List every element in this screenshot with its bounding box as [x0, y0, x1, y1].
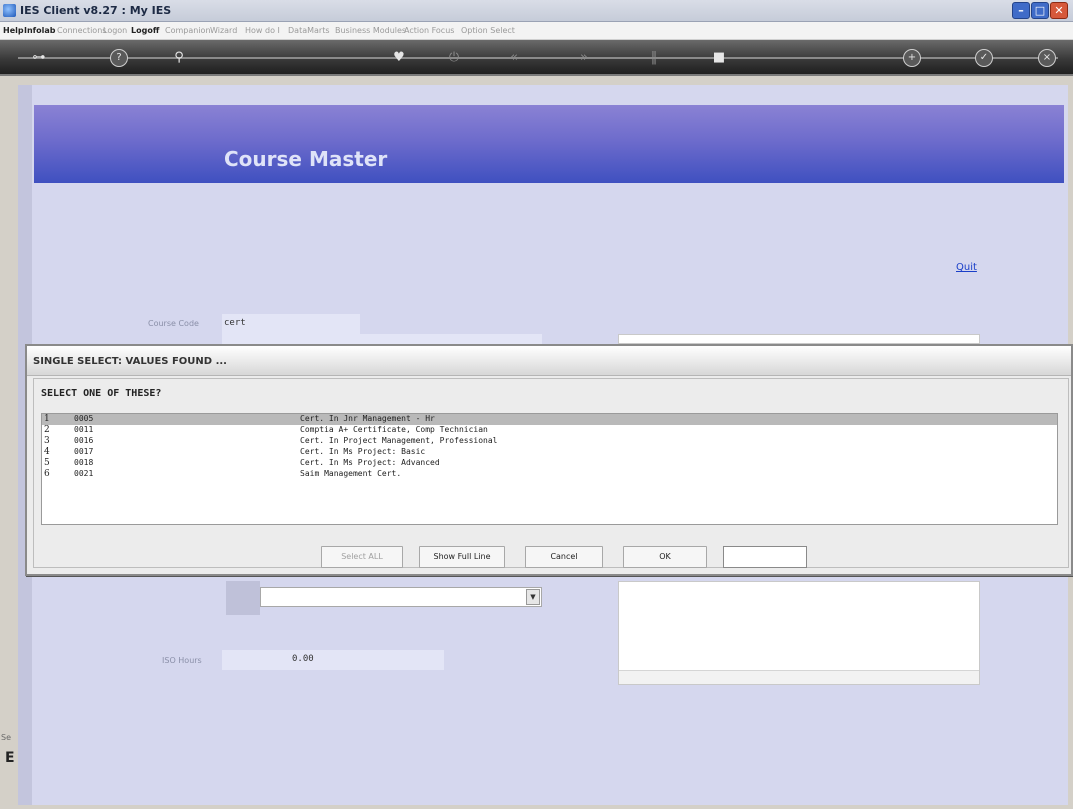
plus-icon[interactable]: +	[903, 49, 921, 67]
quit-link[interactable]: Quit	[956, 262, 977, 273]
menu-companion[interactable]: Companion	[165, 26, 211, 35]
row-index: 6	[44, 469, 50, 479]
menu-help[interactable]: Help	[3, 26, 24, 35]
row-description: Cert. In Ms Project: Advanced	[300, 458, 440, 467]
app-icon	[3, 4, 16, 17]
menu-connections[interactable]: Connections	[57, 26, 106, 35]
picture-box	[226, 581, 260, 615]
row-code: 0005	[74, 414, 94, 423]
row-index: 3	[44, 436, 50, 446]
iso-hours-field[interactable]: 0.00	[222, 650, 444, 670]
side-text-2: E	[5, 750, 15, 766]
page-title: Course Master	[224, 147, 388, 171]
close-button[interactable]: ✕	[1050, 2, 1068, 19]
help-icon[interactable]: ?	[110, 49, 128, 67]
heart-icon[interactable]: ♥	[390, 49, 408, 67]
search-icon[interactable]: ⚲	[170, 49, 188, 67]
row-index: 1	[44, 414, 50, 424]
row-description: Cert. In Jnr Management - Hr	[300, 414, 435, 423]
row-code: 0021	[74, 469, 94, 478]
course-name-field[interactable]	[222, 334, 542, 344]
menubar: Help Infolab Connections Logon Logoff Co…	[0, 22, 1073, 40]
select-all-button[interactable]: Select ALL	[321, 546, 403, 568]
row-code: 0018	[74, 458, 94, 467]
chevron-down-icon[interactable]: ▼	[526, 589, 540, 605]
values-list[interactable]: 1 0005 Cert. In Jnr Management - Hr 2 00…	[41, 413, 1058, 525]
power-icon[interactable]: ⏻	[445, 49, 463, 67]
stop-icon[interactable]: ■	[710, 49, 728, 67]
toolbar: ⊶ ? ⚲ ♥ ⏻ « » ‖ ■ + ✓ ×	[0, 40, 1073, 76]
forward-icon[interactable]: »	[575, 49, 593, 67]
list-item[interactable]: 4 0017 Cert. In Ms Project: Basic	[42, 447, 1057, 458]
course-code-field[interactable]: cert	[222, 314, 360, 334]
dialog-input[interactable]	[723, 546, 807, 568]
row-code: 0011	[74, 425, 94, 434]
dialog-title: SINGLE SELECT: VALUES FOUND ...	[27, 346, 1071, 376]
ok-button[interactable]: OK	[623, 546, 707, 568]
show-full-line-button[interactable]: Show Full Line	[419, 546, 505, 568]
menu-option-select[interactable]: Option Select	[461, 26, 515, 35]
cancel-button[interactable]: Cancel	[525, 546, 603, 568]
iso-hours-value: 0.00	[292, 654, 314, 664]
course-code-value: cert	[224, 318, 246, 328]
dialog-heading: SELECT ONE OF THESE?	[41, 388, 162, 399]
menu-datamarts[interactable]: DataMarts	[288, 26, 330, 35]
window-title: IES Client v8.27 : My IES	[20, 4, 172, 17]
list-item[interactable]: 1 0005 Cert. In Jnr Management - Hr	[42, 414, 1057, 425]
pause-icon[interactable]: ‖	[645, 49, 663, 67]
row-description: Cert. In Project Management, Professiona…	[300, 436, 498, 445]
page-banner: Course Master	[34, 105, 1064, 183]
menu-logon[interactable]: Logon	[103, 26, 127, 35]
menu-logoff[interactable]: Logoff	[131, 26, 159, 35]
single-select-dialog: SINGLE SELECT: VALUES FOUND ... SELECT O…	[25, 344, 1073, 576]
row-index: 5	[44, 458, 50, 468]
menu-wizard[interactable]: Wizard	[210, 26, 237, 35]
list-item[interactable]: 5 0018 Cert. In Ms Project: Advanced	[42, 458, 1057, 469]
rewind-icon[interactable]: «	[505, 49, 523, 67]
row-index: 4	[44, 447, 50, 457]
iso-hours-label: ISO Hours	[162, 656, 202, 665]
row-description: Cert. In Ms Project: Basic	[300, 447, 426, 456]
check-icon[interactable]: ✓	[975, 49, 993, 67]
x-icon[interactable]: ×	[1038, 49, 1056, 67]
key-icon[interactable]: ⊶	[30, 49, 48, 67]
row-code: 0017	[74, 447, 94, 456]
row-index: 2	[44, 425, 50, 435]
menu-how-do-i[interactable]: How do I	[245, 26, 280, 35]
maximize-button[interactable]: □	[1031, 2, 1049, 19]
side-text-1: Se	[1, 733, 11, 742]
minimize-button[interactable]: –	[1012, 2, 1030, 19]
menu-action-focus[interactable]: Action Focus	[404, 26, 454, 35]
notes-panel[interactable]	[618, 581, 980, 685]
row-code: 0016	[74, 436, 94, 445]
list-item[interactable]: 2 0011 Comptia A+ Certificate, Comp Tech…	[42, 425, 1057, 436]
course-code-label: Course Code	[148, 319, 199, 328]
menu-business-modules[interactable]: Business Modules	[335, 26, 406, 35]
notes-panel-top	[618, 334, 980, 344]
notes-hscrollbar[interactable]	[619, 670, 979, 684]
window-titlebar: IES Client v8.27 : My IES – □ ✕	[0, 0, 1073, 22]
list-item[interactable]: 6 0021 Saim Management Cert.	[42, 469, 1057, 480]
list-item[interactable]: 3 0016 Cert. In Project Management, Prof…	[42, 436, 1057, 447]
row-description: Comptia A+ Certificate, Comp Technician	[300, 425, 488, 434]
menu-infolab[interactable]: Infolab	[24, 26, 56, 35]
row-description: Saim Management Cert.	[300, 469, 402, 478]
category-dropdown[interactable]: ▼	[260, 587, 542, 607]
